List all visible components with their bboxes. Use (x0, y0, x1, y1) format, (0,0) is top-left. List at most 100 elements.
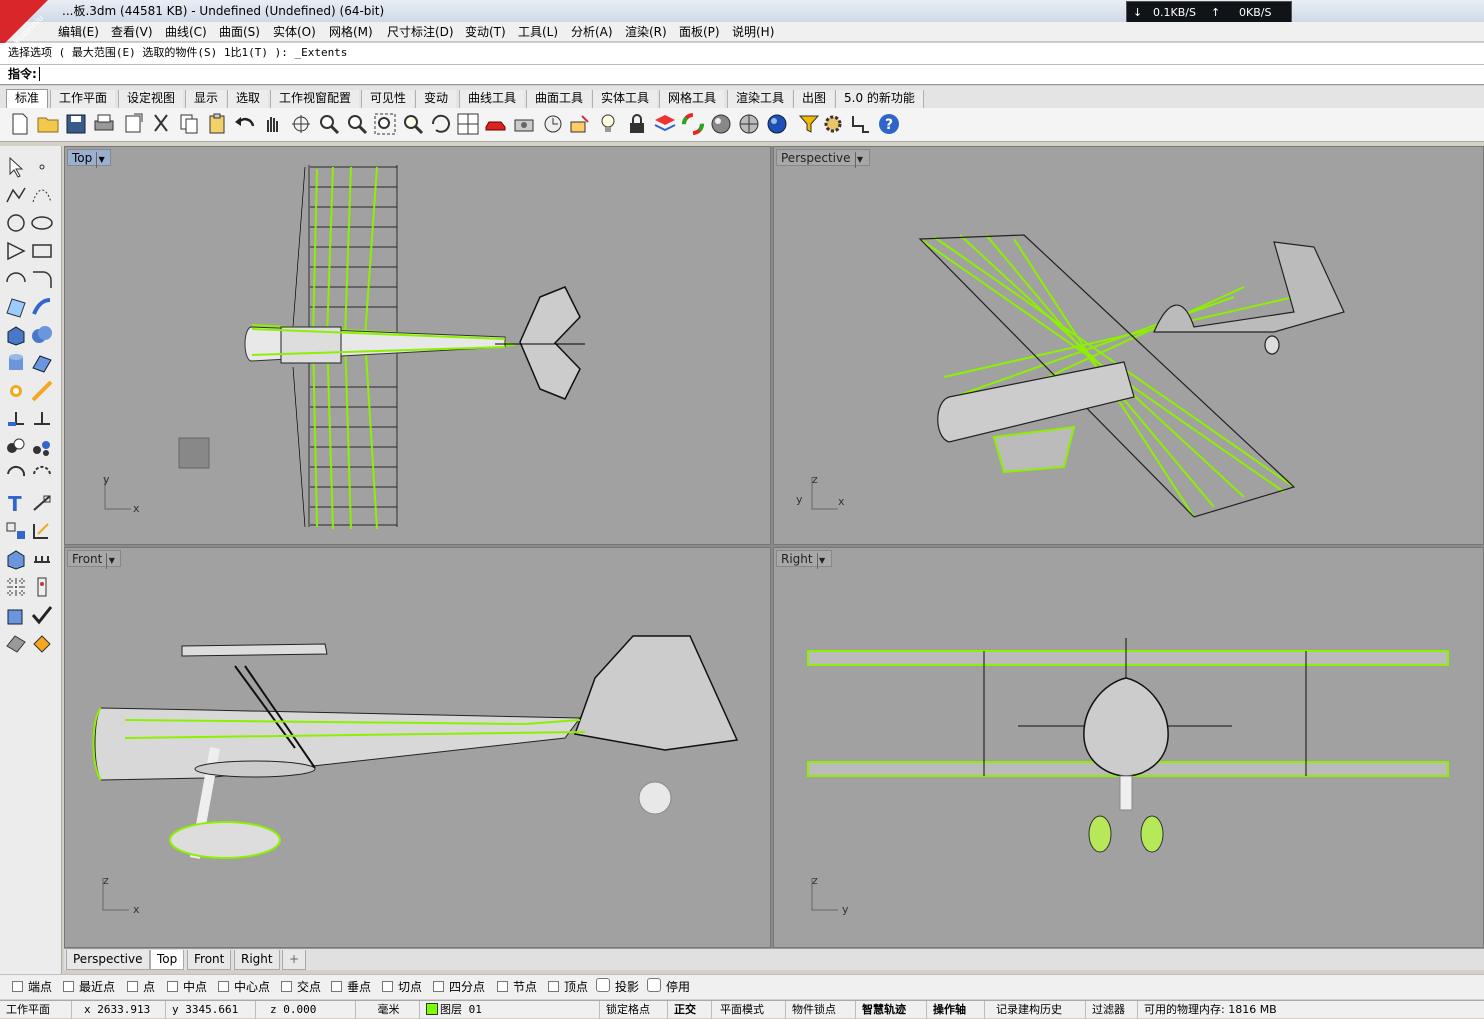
tab-curve-tools[interactable]: 曲线工具 (459, 90, 525, 108)
osnap-vertex-checkbox[interactable] (548, 981, 559, 992)
ortho-toggle[interactable]: 正交 (668, 1001, 712, 1019)
split-icon[interactable] (4, 408, 28, 430)
render-sphere-icon[interactable] (737, 112, 761, 136)
menu-view[interactable]: 查看(V) (111, 24, 153, 40)
right-viewport-label[interactable]: Right ▼ (776, 550, 832, 569)
point-grid-icon[interactable] (4, 576, 28, 598)
tab-visibility[interactable]: 可见性 (361, 90, 415, 108)
osnap-end-checkbox[interactable] (12, 981, 23, 992)
light-bulb-icon[interactable] (596, 112, 620, 136)
analyze-icon[interactable] (30, 576, 54, 598)
viewport-perspective[interactable]: z y x Perspective ▼ (773, 146, 1484, 545)
osnap-center[interactable]: 中心点 (218, 980, 270, 994)
menu-transform[interactable]: 变动(T) (465, 24, 506, 40)
polygon-icon[interactable] (4, 240, 28, 262)
tab-display[interactable]: 显示 (185, 90, 227, 108)
osnap-knot-checkbox[interactable] (497, 981, 508, 992)
tab-drafting[interactable]: 出图 (793, 90, 835, 108)
save-icon[interactable] (64, 112, 88, 136)
viewport-tab-top[interactable]: Top (150, 950, 185, 970)
osnap-vertex[interactable]: 顶点 (548, 980, 588, 994)
ellipse-icon[interactable] (30, 212, 54, 234)
menu-panels[interactable]: 面板(P) (679, 24, 720, 40)
osnap-mid-checkbox[interactable] (167, 981, 178, 992)
add-viewport-tab-button[interactable]: + (282, 950, 307, 970)
current-layer[interactable]: 图层 01 (420, 1001, 600, 1019)
osnap-near[interactable]: 最近点 (63, 980, 115, 994)
dimension-tool-icon[interactable] (30, 492, 54, 514)
osnap-intersection[interactable]: 交点 (281, 980, 321, 994)
osnap-disable-checkbox[interactable] (647, 978, 661, 992)
block-icon[interactable] (4, 520, 28, 542)
circle-icon[interactable] (4, 212, 28, 234)
copy-icon[interactable] (177, 112, 201, 136)
menu-analyze[interactable]: 分析(A) (571, 24, 613, 40)
arc-icon[interactable] (4, 268, 28, 290)
viewport-tab-right[interactable]: Right (234, 950, 280, 970)
menu-mesh[interactable]: 网格(M) (329, 24, 373, 40)
cplane-icon[interactable] (568, 112, 592, 136)
osnap-knot[interactable]: 节点 (497, 980, 537, 994)
rotate-view-icon[interactable] (289, 112, 313, 136)
osnap-quad[interactable]: 四分点 (433, 980, 485, 994)
osnap-project-checkbox[interactable] (596, 978, 610, 992)
trim-icon[interactable] (30, 380, 54, 402)
tab-mesh-tools[interactable]: 网格工具 (659, 90, 725, 108)
top-viewport-label[interactable]: Top ▼ (67, 149, 112, 168)
edit-points-icon[interactable] (30, 520, 54, 542)
fillet-curve-icon[interactable] (30, 268, 54, 290)
four-viewports-icon[interactable] (456, 112, 480, 136)
osnap-tangent-checkbox[interactable] (382, 981, 393, 992)
perspective-viewport-label[interactable]: Perspective ▼ (776, 149, 870, 168)
globe-icon[interactable] (765, 112, 789, 136)
group-icon[interactable] (4, 436, 28, 458)
osnap-toggle[interactable]: 物件锁点 (786, 1001, 856, 1019)
settings-gear-icon[interactable] (821, 112, 845, 136)
box-solid-icon[interactable] (4, 324, 28, 346)
menu-render[interactable]: 渲染(R) (625, 24, 667, 40)
new-file-icon[interactable] (8, 112, 32, 136)
shade-sphere-icon[interactable] (709, 112, 733, 136)
viewport-top[interactable]: y x Top ▼ (64, 146, 771, 545)
viewport-tab-front[interactable]: Front (187, 950, 232, 970)
array-icon[interactable] (30, 436, 54, 458)
osnap-intersection-checkbox[interactable] (281, 981, 292, 992)
menu-help[interactable]: 说明(H) (732, 24, 774, 40)
osnap-project[interactable]: 投影 (596, 978, 639, 994)
polyline-icon[interactable] (4, 184, 28, 206)
viewport-tab-perspective[interactable]: Perspective (66, 950, 150, 970)
osnap-disable[interactable]: 停用 (647, 978, 690, 994)
tab-cplanes[interactable]: 工作平面 (50, 90, 116, 108)
osnap-center-checkbox[interactable] (218, 981, 229, 992)
point-icon[interactable] (30, 156, 54, 178)
viewport-right[interactable]: z y Right ▼ (773, 547, 1484, 948)
osnap-perpendicular-checkbox[interactable] (331, 981, 342, 992)
tab-new-in-v5[interactable]: 5.0 的新功能 (835, 90, 924, 108)
cylinder-icon[interactable] (4, 352, 28, 374)
car-render-icon[interactable] (484, 112, 508, 136)
boolean-union-icon[interactable] (30, 324, 54, 346)
menu-dimension[interactable]: 尺寸标注(D) (387, 24, 454, 40)
front-viewport-label[interactable]: Front ▼ (67, 550, 122, 569)
cplane-indicator[interactable]: 工作平面 (0, 1001, 72, 1019)
osnap-end[interactable]: 端点 (12, 980, 52, 994)
tab-set-view[interactable]: 设定视图 (118, 90, 184, 108)
tab-select[interactable]: 选取 (227, 90, 269, 108)
mesh-plane-icon[interactable] (30, 352, 54, 374)
extrude-surface-icon[interactable] (30, 296, 54, 318)
tab-viewport-layout[interactable]: 工作视窗配置 (270, 90, 360, 108)
dimension-icon[interactable] (849, 112, 873, 136)
curve-cv-icon[interactable] (30, 184, 54, 206)
osnap-tangent[interactable]: 切点 (382, 980, 422, 994)
record-history-toggle[interactable]: 记录建构历史 (990, 1001, 1086, 1019)
color-wheel-icon[interactable] (681, 112, 705, 136)
surface-from-points-icon[interactable] (4, 296, 28, 318)
menu-surface[interactable]: 曲面(S) (219, 24, 260, 40)
select-arrow-icon[interactable] (4, 156, 28, 178)
explode-icon[interactable] (4, 380, 28, 402)
join-icon[interactable] (30, 408, 54, 430)
osnap-mid[interactable]: 中点 (167, 980, 207, 994)
camera-icon[interactable] (512, 112, 536, 136)
zoom-dynamic-icon[interactable] (345, 112, 369, 136)
smarttrack-toggle[interactable]: 智慧轨迹 (856, 1001, 927, 1019)
